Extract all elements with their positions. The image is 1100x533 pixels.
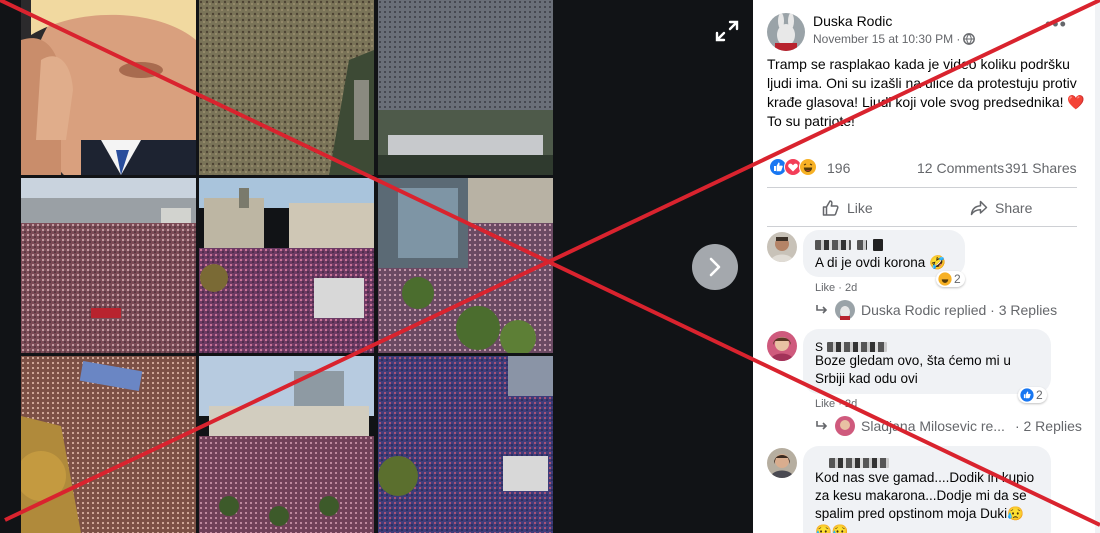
comment-reaction-badge[interactable]: 2 [1018, 387, 1047, 403]
commenter-name-redacted[interactable] [815, 239, 883, 251]
globe-icon [963, 33, 976, 45]
photo-crowd-street [21, 178, 196, 353]
author-name[interactable]: Duska Rodic [813, 13, 892, 29]
comment-bubble: A di je ovdi korona 🤣 [803, 230, 965, 277]
photo-crowd-trees [378, 178, 553, 353]
photo-aerial-crowd [199, 0, 374, 175]
post-text: Tramp se rasplakao kada je video koliku … [767, 56, 1085, 129]
comments-count[interactable]: 12 Comments [917, 160, 1004, 176]
comment-bubble: S Boze gledam ovo, šta ćemo mi u Srbiji … [803, 329, 1051, 394]
author-avatar[interactable] [767, 13, 805, 51]
comment-reaction-badge[interactable]: 2 [936, 271, 965, 287]
comment-text-tail: 😥😥 [815, 524, 849, 533]
post-date[interactable]: November 15 at 10:30 PM · [813, 32, 960, 46]
comment-actions[interactable]: Like · 2d [815, 398, 857, 410]
comment-bubble: Kod nas sve gamad....Dodik ih kupio za k… [803, 446, 1051, 533]
chevron-right-icon [709, 257, 721, 277]
reaction-icons[interactable] [769, 158, 817, 176]
more-options-button[interactable]: ••• [1045, 14, 1067, 35]
share-button[interactable]: Share [969, 196, 1032, 220]
photo-crowd-capitol [199, 356, 374, 533]
reactions-summary: 196 12 Comments 391 Shares [767, 158, 1091, 180]
view-replies-link[interactable]: Duska Rodic replied · 3 Replies [815, 300, 1057, 320]
comment-actions[interactable]: Like · 2d [815, 282, 857, 294]
comment-text: A di je ovdi korona 🤣 [815, 255, 946, 270]
photo-crowd-buildings [199, 178, 374, 353]
post-panel: Duska Rodic November 15 at 10:30 PM · ••… [753, 0, 1100, 533]
commenter-avatar[interactable] [767, 448, 797, 478]
haha-reaction-icon [799, 158, 817, 176]
like-button[interactable]: Like [821, 196, 873, 220]
share-button-label: Share [995, 200, 1033, 216]
comment-reaction-count: 2 [1036, 388, 1043, 402]
replies-count: · 2 Replies [1014, 418, 1082, 434]
share-icon [970, 200, 988, 216]
like-button-label: Like [847, 200, 873, 216]
photo-crowd-flags [378, 356, 553, 533]
reaction-count[interactable]: 196 [827, 160, 850, 176]
comment-reaction-count: 2 [954, 272, 961, 286]
divider [767, 226, 1077, 227]
expand-icon[interactable] [712, 18, 742, 44]
photo-aerial-wide [378, 0, 553, 175]
comment-text: Boze gledam ovo, šta ćemo mi u Srbiji ka… [815, 353, 1011, 386]
comment-text: Kod nas sve gamad....Dodik ih kupio za k… [815, 470, 1035, 521]
thumbs-up-icon [822, 200, 839, 216]
commenter-avatar[interactable] [767, 331, 797, 361]
reply-arrow-icon [816, 421, 828, 430]
photo-crowd-autumn [21, 356, 196, 533]
photo-viewer[interactable] [0, 0, 753, 533]
scrollbar[interactable] [1095, 0, 1100, 533]
like-reaction-icon [1020, 388, 1034, 402]
next-photo-button[interactable] [692, 244, 738, 290]
photo-trump-closeup [21, 0, 196, 175]
replier-name: Sladjana Milosevic re... [861, 418, 1005, 434]
haha-reaction-icon [938, 272, 952, 286]
replier-avatar [835, 300, 855, 320]
view-replies-link[interactable]: Sladjana Milosevic re... · 2 Replies [815, 416, 1082, 436]
reply-arrow-icon [816, 305, 828, 314]
divider [767, 187, 1077, 188]
commenter-avatar[interactable] [767, 232, 797, 262]
replier-avatar [835, 416, 855, 436]
replies-label: Duska Rodic replied · 3 Replies [861, 302, 1058, 318]
post-meta: November 15 at 10:30 PM · [813, 32, 976, 46]
shares-count[interactable]: 391 Shares [1005, 160, 1077, 176]
